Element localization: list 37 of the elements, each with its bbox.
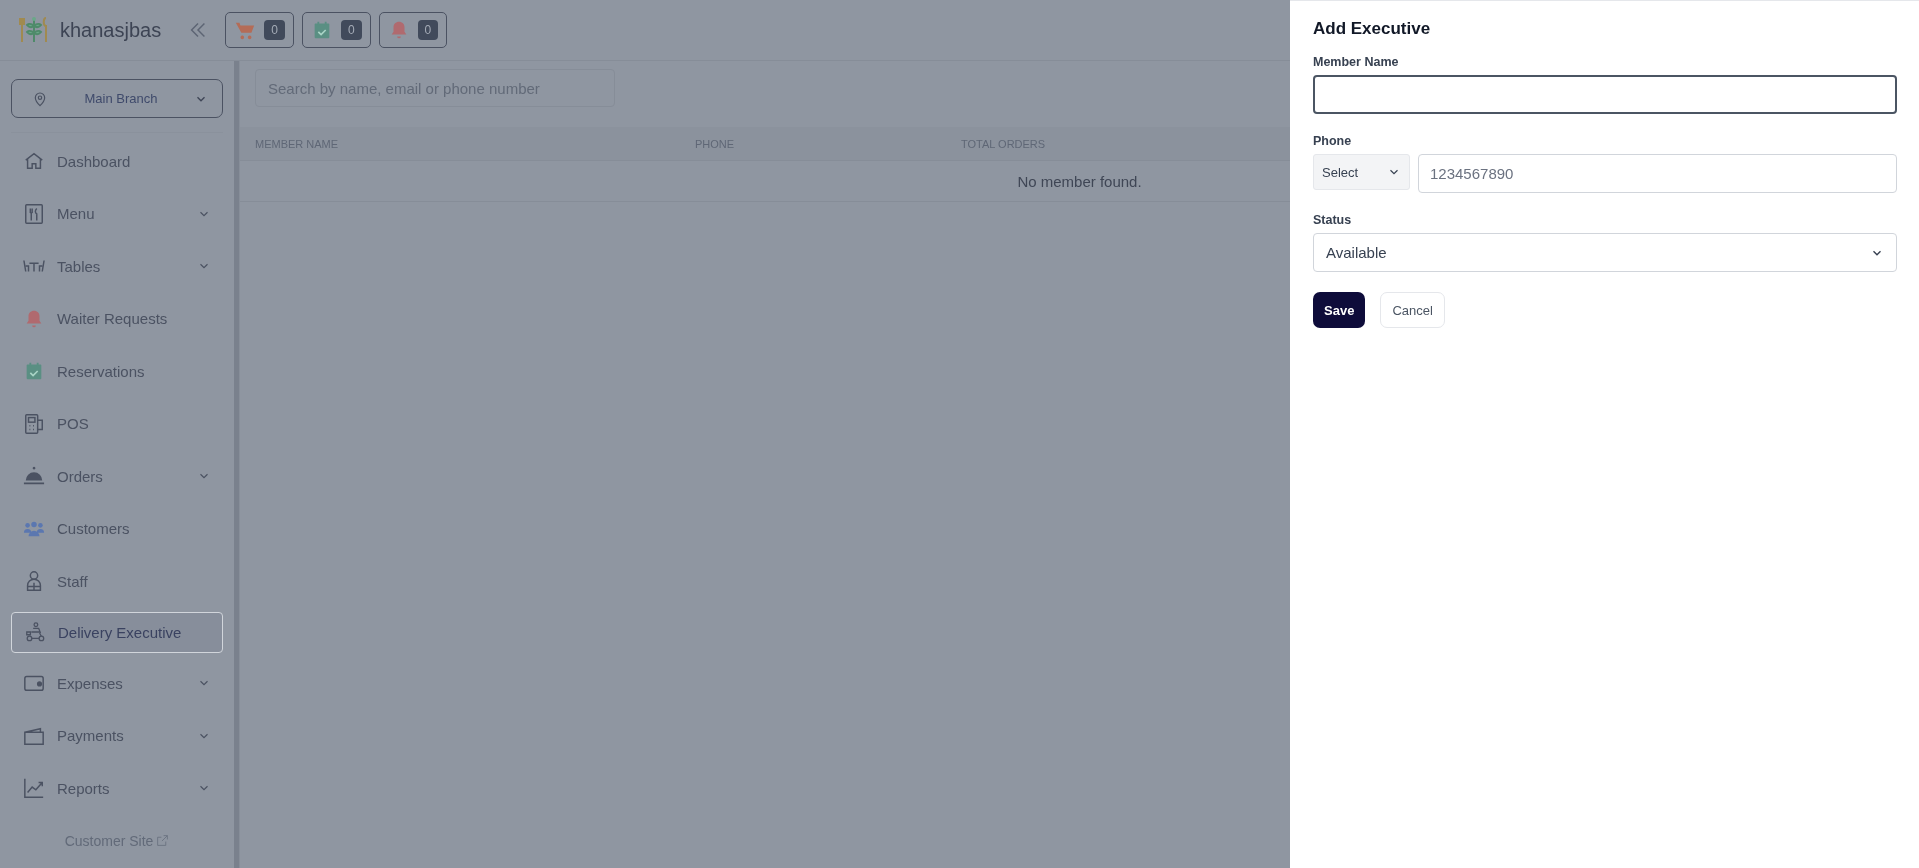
nav-item[interactable]: Delivery Executive — [11, 611, 223, 653]
save-button[interactable]: Save — [1313, 292, 1366, 328]
nav-item[interactable]: Customers — [11, 506, 223, 551]
nav-item[interactable]: Staff — [11, 559, 223, 603]
cloche-icon — [23, 465, 45, 487]
branch-selector[interactable]: Main Branch — [11, 79, 223, 118]
delivery-scooter-icon — [24, 621, 46, 643]
empty-message: No member found. — [1017, 172, 1142, 190]
line-chart-icon — [23, 777, 45, 799]
nav-item[interactable]: Expenses — [11, 661, 223, 705]
fork-knife-icon — [23, 202, 45, 225]
cancel-button[interactable]: Cancel — [1380, 292, 1445, 328]
location-pin-icon — [32, 90, 48, 107]
counter-button[interactable]: 0 — [301, 12, 371, 48]
nav-item[interactable]: Reservations — [11, 349, 223, 393]
nav-item[interactable]: Dashboard — [11, 139, 223, 183]
home-icon — [23, 150, 45, 172]
pos-terminal-icon — [23, 412, 45, 435]
counter-button[interactable]: 0 — [378, 12, 448, 48]
field-label: Status — [1313, 213, 1353, 227]
phone-field[interactable]: 1234567890 — [1418, 154, 1897, 193]
nav-item[interactable]: Tables — [11, 244, 223, 288]
nav-item[interactable]: Orders — [11, 454, 223, 498]
brand-name: khanasjbas — [60, 18, 162, 42]
field-label: Member Name — [1313, 55, 1400, 69]
nav-item[interactable]: Payments — [11, 713, 223, 758]
input-field[interactable] — [1313, 75, 1897, 114]
external-link-icon — [156, 834, 170, 847]
country-code-select[interactable]: Select — [1313, 154, 1410, 190]
nav-item[interactable]: Reports — [11, 766, 223, 810]
field-label: Phone — [1313, 134, 1353, 148]
drawer-title: Add Executive — [1313, 19, 1432, 39]
status-select[interactable]: Available — [1313, 233, 1897, 272]
counter-button[interactable]: 0 — [225, 12, 294, 48]
nav-item[interactable]: POS — [11, 401, 223, 446]
nav-item[interactable]: Waiter Requests — [11, 296, 223, 341]
nav-item[interactable]: Menu — [11, 191, 223, 236]
